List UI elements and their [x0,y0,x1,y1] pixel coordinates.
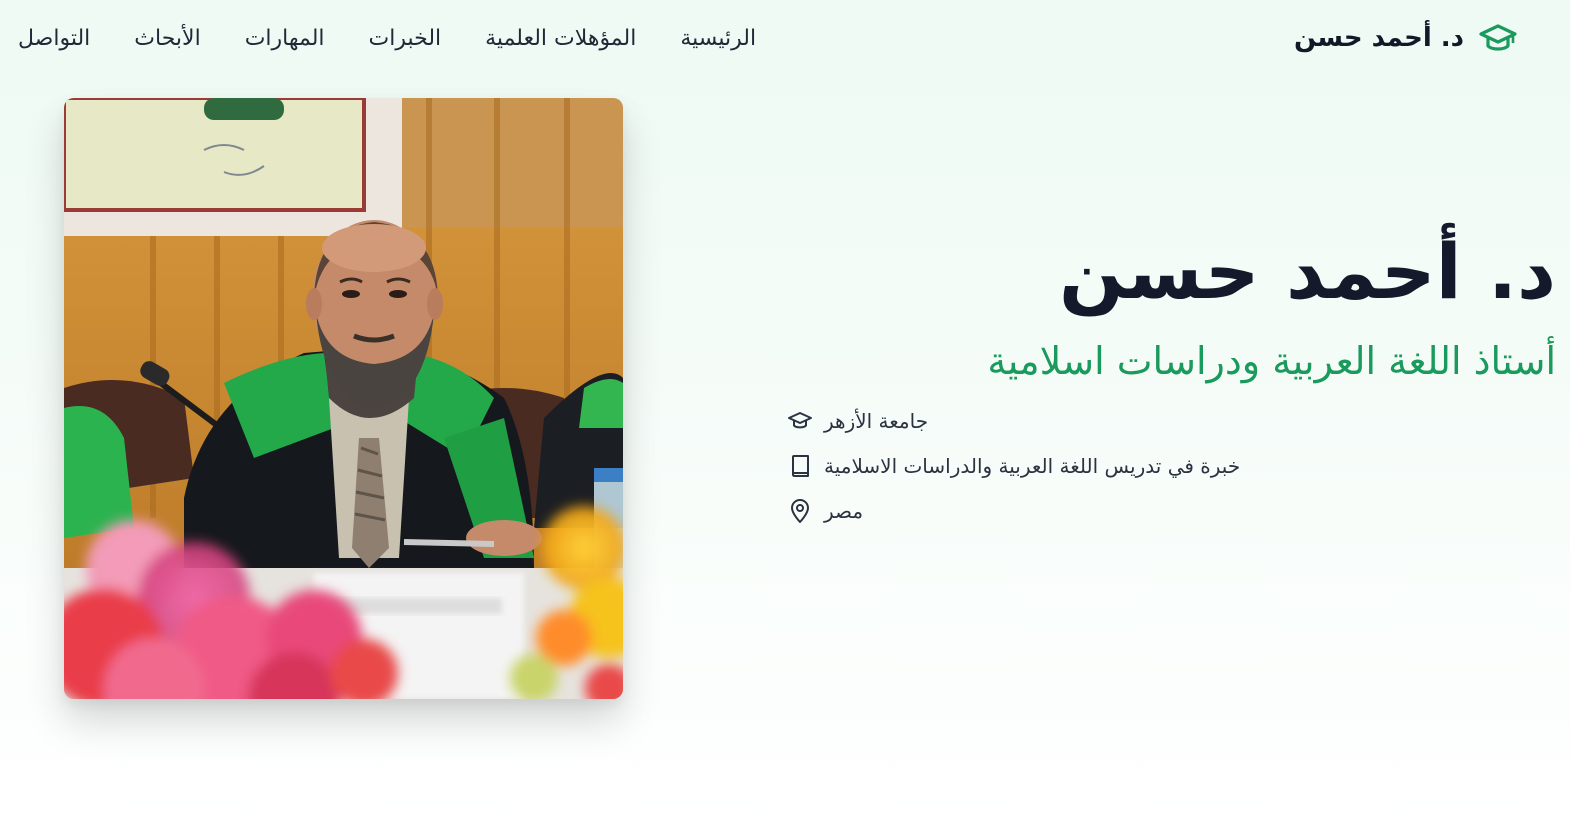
graduation-cap-icon [786,407,814,435]
hero-title: د. أحمد حسن [1059,227,1556,316]
brand-name: د. أحمد حسن [1293,23,1464,53]
top-navbar: د. أحمد حسن التواصل الأبحاث المهارات الخ… [0,0,1570,78]
info-item-location: مصر [786,488,1240,533]
nav-link-home[interactable]: الرئيسية [680,26,756,51]
info-text-university: جامعة الأزهر [824,408,929,433]
map-pin-icon [786,497,814,525]
nav-link-experience[interactable]: الخبرات [369,26,442,51]
profile-photo-image [64,98,623,699]
info-item-experience: خبرة في تدريس اللغة العربية والدراسات ال… [786,443,1240,488]
brand[interactable]: د. أحمد حسن [1294,20,1518,56]
info-item-university: جامعة الأزهر [786,398,1240,443]
profile-photo [64,98,623,699]
nav-links: التواصل الأبحاث المهارات الخبرات المؤهلا… [18,20,756,56]
profile-info-list: جامعة الأزهر خبرة في تدريس اللغة العربية… [786,398,1240,533]
info-text-experience: خبرة في تدريس اللغة العربية والدراسات ال… [824,453,1241,478]
hero-subtitle: أستاذ اللغة العربية ودراسات اسلامية [987,339,1556,383]
nav-link-research[interactable]: الأبحاث [134,26,200,51]
nav-link-contact[interactable]: التواصل [18,26,90,51]
book-icon [786,452,814,480]
nav-link-skills[interactable]: المهارات [245,26,325,51]
nav-link-qualifications[interactable]: المؤهلات العلمية [485,26,636,51]
graduation-cap-icon [1479,24,1517,51]
info-text-location: مصر [824,498,864,523]
